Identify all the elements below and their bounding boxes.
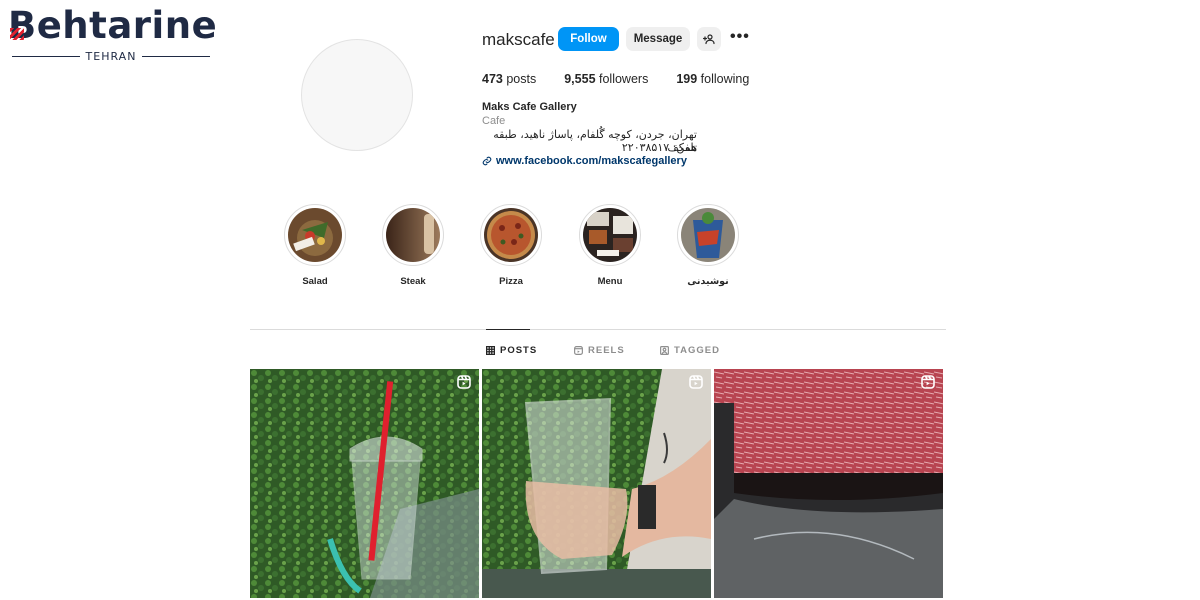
highlight-label: Steak	[400, 276, 426, 287]
logo-subtitle-text: TEHRAN	[85, 50, 137, 63]
highlight-steak[interactable]: Steak	[381, 204, 445, 287]
watermark-logo: Behtarine TEHRAN	[8, 6, 217, 64]
bio-link-text: www.facebook.com/makscafegallery	[496, 155, 687, 167]
highlight-menu[interactable]: Menu	[578, 204, 642, 287]
logo-letter-b: B	[8, 4, 37, 47]
highlight-pizza[interactable]: Pizza	[479, 204, 543, 287]
posts-count: 473	[482, 72, 503, 86]
followers-stat[interactable]: 9,555 followers	[564, 72, 648, 86]
highlight-ring	[579, 204, 641, 266]
post-image-cup	[250, 369, 479, 598]
logo-wordmark: Behtarine	[8, 6, 217, 46]
tab-posts[interactable]: POSTS	[486, 345, 537, 356]
highlight-label: نوشیدنی	[687, 276, 729, 287]
pizza-image	[484, 208, 538, 262]
tab-tagged[interactable]: TAGGED	[660, 345, 720, 356]
logo-rule-left	[12, 55, 80, 58]
followers-label: followers	[599, 72, 649, 86]
profile-stats: 473 posts 9,555 followers 199 following	[482, 72, 777, 86]
highlight-salad[interactable]: Salad	[283, 204, 347, 287]
menu-image	[583, 208, 637, 262]
profile-username: makscafe	[482, 30, 555, 49]
highlight-ring	[480, 204, 542, 266]
reel-icon	[689, 375, 703, 389]
logo-letters-rest: ehtarine	[36, 4, 218, 47]
highlight-label: Salad	[302, 276, 328, 287]
post-image-steak	[714, 369, 943, 598]
posts-label: posts	[506, 72, 537, 86]
tagged-icon	[660, 346, 669, 355]
reel-icon	[457, 375, 471, 389]
drink-image	[681, 208, 735, 262]
bio-name: Maks Cafe Gallery	[482, 101, 577, 113]
highlight-ring	[284, 204, 346, 266]
tabs-divider	[250, 329, 946, 330]
highlight-ring	[382, 204, 444, 266]
followers-count: 9,555	[564, 72, 596, 86]
message-button[interactable]: Message	[626, 27, 690, 51]
highlight-drinks[interactable]: نوشیدنی	[676, 204, 740, 287]
tab-reels[interactable]: REELS	[574, 345, 625, 356]
tab-reels-label: REELS	[588, 345, 625, 356]
post-thumbnail[interactable]	[482, 369, 711, 598]
logo-rule-right	[142, 55, 210, 58]
steak-image	[386, 208, 440, 262]
tab-tagged-label: TAGGED	[674, 345, 720, 356]
reel-icon	[921, 375, 935, 389]
suggest-user-button[interactable]	[697, 27, 721, 51]
logo-subtitle: TEHRAN	[12, 50, 210, 63]
following-stat[interactable]: 199 following	[676, 72, 749, 86]
post-thumbnail[interactable]	[250, 369, 479, 598]
salad-image	[288, 208, 342, 262]
posts-stat: 473 posts	[482, 72, 536, 86]
more-options-icon[interactable]: •••	[730, 29, 749, 47]
following-count: 199	[676, 72, 698, 86]
tab-posts-label: POSTS	[500, 345, 538, 356]
profile-avatar[interactable]	[301, 39, 413, 151]
add-user-icon	[703, 34, 715, 45]
grid-icon	[486, 346, 495, 355]
follow-button[interactable]: Follow	[558, 27, 619, 51]
active-tab-indicator	[486, 329, 530, 330]
link-icon	[482, 156, 492, 166]
highlight-ring	[677, 204, 739, 266]
bio-link[interactable]: www.facebook.com/makscafegallery	[482, 155, 687, 167]
following-label: following	[700, 72, 750, 86]
highlight-label: Pizza	[499, 276, 523, 287]
bio-category: Cafe	[482, 115, 506, 127]
highlight-label: Menu	[597, 276, 623, 287]
post-thumbnail[interactable]	[714, 369, 943, 598]
reels-icon	[574, 346, 583, 355]
bio-phone: تلفن: ۲۲۰۳۸۵۱۷	[621, 141, 697, 154]
post-image-glass	[482, 369, 711, 598]
